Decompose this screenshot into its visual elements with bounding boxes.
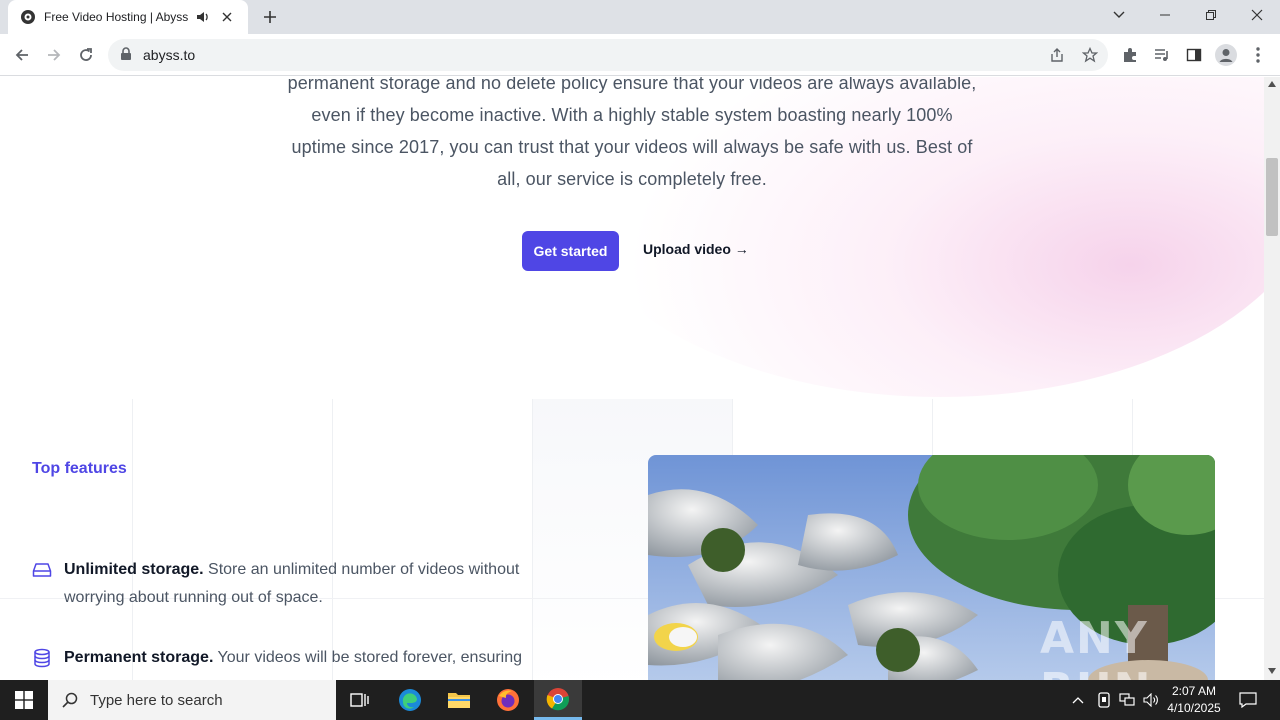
scroll-down-arrow-icon[interactable] — [1268, 668, 1276, 674]
windows-logo-icon — [15, 691, 33, 709]
feature-item-unlimited-storage: Unlimited storage. Store an unlimited nu… — [32, 556, 522, 612]
back-button[interactable] — [6, 39, 38, 71]
menu-kebab-icon[interactable] — [1247, 44, 1269, 66]
scrollbar-thumb[interactable] — [1266, 158, 1278, 236]
bookmark-star-icon[interactable] — [1082, 47, 1098, 63]
file-explorer-icon[interactable] — [435, 680, 483, 720]
feature-description: Your videos will be stored forever, ensu… — [213, 649, 523, 666]
reload-button[interactable] — [70, 39, 102, 71]
taskbar-search-box[interactable]: Type here to search — [48, 680, 336, 720]
browser-toolbar: abyss.to — [0, 34, 1280, 76]
minimize-button[interactable] — [1142, 0, 1188, 30]
media-control-icon[interactable] — [1151, 44, 1173, 66]
device-tray-icon[interactable] — [1094, 680, 1114, 720]
firefox-icon[interactable] — [484, 680, 532, 720]
storage-drive-icon — [32, 563, 52, 577]
volume-icon[interactable] — [1141, 680, 1161, 720]
taskbar-clock[interactable]: 2:07 AM 4/10/2025 — [1162, 683, 1226, 717]
search-placeholder: Type here to search — [90, 691, 223, 709]
get-started-button[interactable]: Get started — [522, 231, 619, 271]
close-window-button[interactable] — [1234, 0, 1280, 30]
feature-item-permanent-storage: Permanent storage. Your videos will be s… — [32, 644, 522, 672]
audio-playing-icon[interactable] — [195, 9, 211, 25]
new-tab-button[interactable] — [258, 5, 282, 29]
windows-taskbar: Type here to search 2:07 AM 4/10/2025 — [0, 680, 1280, 720]
network-icon[interactable] — [1117, 680, 1137, 720]
site-favicon-icon — [21, 10, 35, 24]
clock-date: 4/10/2025 — [1167, 701, 1221, 715]
feature-title: Permanent storage. — [64, 649, 214, 666]
address-bar[interactable]: abyss.to — [108, 39, 1108, 71]
url-text[interactable]: abyss.to — [143, 47, 195, 63]
chrome-icon[interactable] — [534, 680, 582, 720]
share-icon[interactable] — [1049, 47, 1065, 63]
tab-search-icon[interactable] — [1096, 0, 1142, 30]
restore-button[interactable] — [1188, 0, 1234, 30]
database-icon — [34, 648, 50, 668]
show-hidden-icons-chevron-icon[interactable] — [1068, 680, 1088, 720]
tab-strip: Free Video Hosting | Abyss.to — [0, 0, 1280, 34]
extensions-icon[interactable] — [1119, 44, 1141, 66]
scroll-up-arrow-icon[interactable] — [1268, 81, 1276, 87]
notifications-icon[interactable] — [1236, 680, 1260, 720]
grid-line — [532, 399, 533, 680]
clock-time: 2:07 AM — [1171, 684, 1217, 698]
grid-line — [132, 399, 133, 680]
anyrun-watermark: ANY RUN — [1040, 613, 1150, 680]
close-tab-icon[interactable] — [219, 9, 235, 25]
browser-tab[interactable]: Free Video Hosting | Abyss.to — [8, 0, 248, 34]
page-scrollbar[interactable] — [1264, 77, 1280, 680]
grid-line — [332, 399, 333, 680]
top-features-heading: Top features — [32, 460, 127, 477]
hero-description: permanent storage and no delete policy e… — [287, 77, 977, 189]
page-viewport: permanent storage and no delete policy e… — [0, 77, 1264, 680]
task-view-icon[interactable] — [336, 680, 384, 720]
feature-title: Unlimited storage. — [64, 561, 204, 578]
forward-button[interactable] — [38, 39, 70, 71]
upload-video-link[interactable]: Upload video → — [643, 241, 749, 257]
start-button[interactable] — [0, 680, 48, 720]
search-icon — [62, 692, 78, 708]
tab-title: Free Video Hosting | Abyss.to — [44, 10, 189, 24]
profile-avatar-icon[interactable] — [1215, 44, 1237, 66]
lock-icon[interactable] — [120, 47, 132, 61]
edge-browser-icon[interactable] — [386, 680, 434, 720]
side-panel-icon[interactable] — [1183, 44, 1205, 66]
